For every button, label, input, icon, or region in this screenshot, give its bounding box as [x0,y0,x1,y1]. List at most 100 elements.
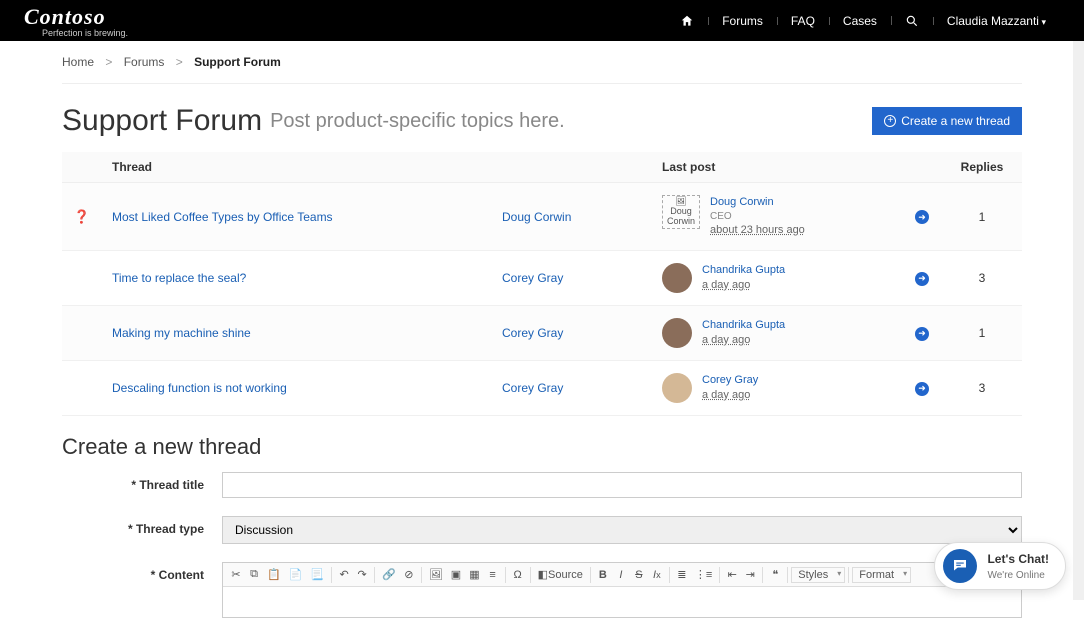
table-row: Making my machine shine Corey Gray Chandri… [62,306,1022,361]
replies-count: 1 [942,306,1022,361]
chat-widget[interactable]: Let's Chat! We're Online [934,542,1066,590]
brand-tagline: Perfection is brewing. [42,28,128,38]
replies-count: 3 [942,251,1022,306]
nav-search[interactable] [891,13,933,28]
nav-forums[interactable]: Forums [708,14,777,28]
jump-to-last-icon[interactable]: ➜ [915,382,929,396]
hr-icon[interactable]: ≡ [484,566,502,584]
thread-author-link[interactable]: Corey Gray [502,271,563,285]
thread-title-link[interactable]: Most Liked Coffee Types by Office Teams [112,210,333,224]
undo-icon[interactable]: ↶ [335,565,353,584]
thread-title-link[interactable]: Time to replace the seal? [112,271,246,285]
table-row: ❓ Most Liked Coffee Types by Office Teams… [62,183,1022,251]
thread-author-link[interactable]: Corey Gray [502,326,563,340]
lastpost-time: a day ago [702,388,758,403]
thread-title-link[interactable]: Making my machine shine [112,326,251,340]
lastpost-name[interactable]: Corey Gray [702,373,758,388]
col-replies: Replies [942,152,1022,183]
breadcrumb: Home > Forums > Support Forum [62,41,1022,83]
breadcrumb-home[interactable]: Home [62,55,94,69]
lastpost-time: about 23 hours ago [710,223,805,238]
replies-count: 3 [942,361,1022,416]
page-subtitle: Post product-specific topics here. [270,110,565,133]
scrollbar-track[interactable] [1073,41,1084,600]
avatar [662,373,692,403]
breadcrumb-current: Support Forum [194,55,281,69]
label-thread-type: * Thread type [62,516,222,536]
unlink-icon[interactable]: ⊘ [400,565,418,584]
link-icon[interactable]: 🔗 [378,565,400,584]
table-row: Time to replace the seal? Corey Gray Chand… [62,251,1022,306]
paste-word-icon[interactable]: 📃 [306,565,328,584]
bold-icon[interactable]: B [594,566,612,584]
editor-body[interactable] [223,587,1021,617]
create-thread-label: Create a new thread [901,114,1010,128]
media-icon[interactable]: ▣ [447,565,465,584]
lastpost-name[interactable]: Doug Corwin [710,195,805,210]
numbered-list-icon[interactable]: ≣ [673,565,691,584]
avatar [662,318,692,348]
italic-icon[interactable]: I [612,566,630,584]
content-editor: ✂ ⧉ 📋 📄 📃 ↶ ↷ 🔗 ⊘ 🖼 ▣ ▦ ≡ [222,562,1022,618]
form-heading: Create a new thread [62,434,1022,460]
lastpost-time: a day ago [702,278,785,293]
styles-combo[interactable]: Styles [791,567,845,583]
format-combo[interactable]: Format [852,567,911,583]
thread-author-link[interactable]: Corey Gray [502,381,563,395]
top-nav: Contoso Perfection is brewing. Forums FA… [0,0,1084,41]
nav-faq[interactable]: FAQ [777,14,829,28]
breadcrumb-forums[interactable]: Forums [124,55,165,69]
chat-icon [943,549,977,583]
removeformat-icon[interactable]: Ix [648,566,666,584]
chat-title: Let's Chat! [987,552,1049,566]
col-lastpost: Last post [652,152,902,183]
thread-author-link[interactable]: Doug Corwin [502,210,571,224]
nav-home[interactable] [666,13,708,28]
nav-user-menu[interactable]: Claudia Mazzanti [933,14,1060,28]
avatar: 🖼Doug Corwin [662,195,700,229]
thread-title-input[interactable] [222,472,1022,498]
strike-icon[interactable]: S [630,566,648,584]
thread-type-select[interactable]: Discussion [222,516,1022,544]
jump-to-last-icon[interactable]: ➜ [915,327,929,341]
nav-cases[interactable]: Cases [829,14,891,28]
label-thread-title: * Thread title [62,472,222,492]
image-icon[interactable]: 🖼 [425,565,447,584]
plus-icon: + [884,115,896,127]
jump-to-last-icon[interactable]: ➜ [915,210,929,224]
bullet-list-icon[interactable]: ⋮≡ [691,565,716,584]
question-icon: ❓ [74,209,90,224]
brand-logo: Contoso [24,4,128,30]
redo-icon[interactable]: ↷ [353,565,371,584]
outdent-icon[interactable]: ⇤ [723,565,741,584]
paste-text-icon[interactable]: 📄 [285,565,307,584]
specialchar-icon[interactable]: Ω [509,566,527,584]
create-thread-button[interactable]: + Create a new thread [872,107,1022,135]
indent-icon[interactable]: ⇥ [741,565,759,584]
page-title: Support Forum [62,104,262,138]
lastpost-name[interactable]: Chandrika Gupta [702,263,785,278]
breadcrumb-sep: > [105,55,112,69]
table-row: Descaling function is not working Corey G… [62,361,1022,416]
cut-icon[interactable]: ✂ [227,565,245,584]
jump-to-last-icon[interactable]: ➜ [915,272,929,286]
table-icon[interactable]: ▦ [465,565,483,584]
chat-status: We're Online [987,570,1044,581]
label-content: * Content [62,562,222,582]
chat-text: Let's Chat! We're Online [987,552,1049,581]
home-icon [680,14,694,28]
copy-icon[interactable]: ⧉ [245,565,263,584]
threads-table: Thread Last post Replies ❓ Most Liked Cof… [62,152,1022,416]
source-button[interactable]: ◧ Source [534,565,587,584]
paste-icon[interactable]: 📋 [263,565,285,584]
lastpost-time: a day ago [702,333,785,348]
search-icon [905,14,919,28]
blockquote-icon[interactable]: ❝ [766,565,784,584]
avatar [662,263,692,293]
lastpost-name[interactable]: Chandrika Gupta [702,318,785,333]
replies-count: 1 [942,183,1022,251]
editor-toolbar: ✂ ⧉ 📋 📄 📃 ↶ ↷ 🔗 ⊘ 🖼 ▣ ▦ ≡ [223,563,1021,587]
brand[interactable]: Contoso Perfection is brewing. [24,4,128,38]
col-thread: Thread [102,152,492,183]
thread-title-link[interactable]: Descaling function is not working [112,381,287,395]
